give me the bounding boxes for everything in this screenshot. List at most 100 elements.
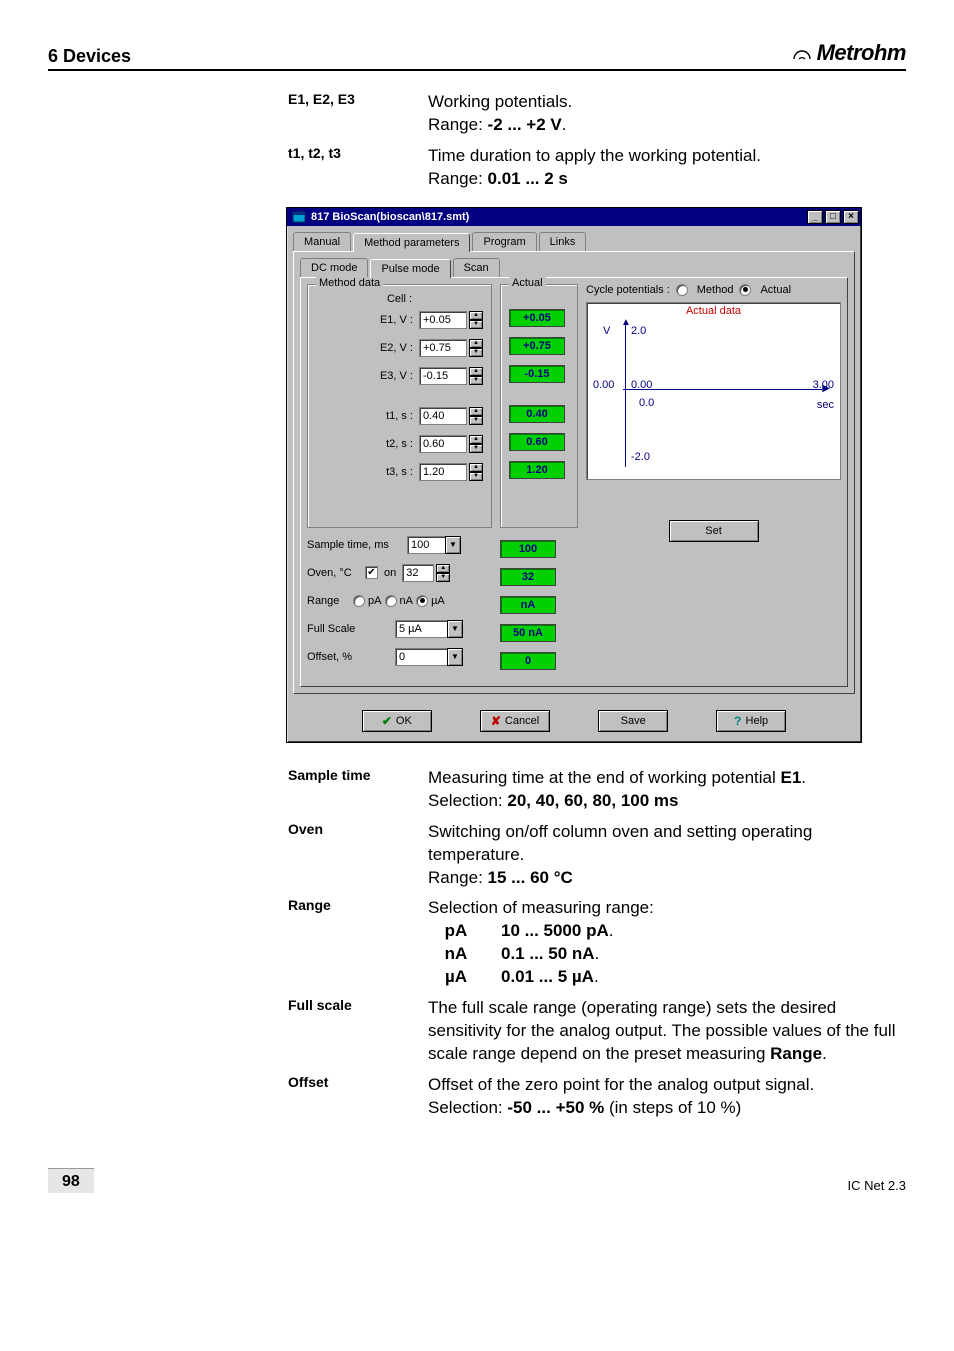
param-input[interactable] — [419, 339, 467, 357]
plot-title: Actual data — [587, 303, 840, 317]
offset-input[interactable] — [395, 648, 447, 666]
help-icon: ? — [734, 714, 741, 728]
range-radio-na[interactable] — [385, 595, 397, 607]
dropdown-icon[interactable]: ▼ — [447, 620, 463, 638]
tab-method-parameters[interactable]: Method parameters — [353, 233, 470, 252]
def-term: E1, E2, E3 — [288, 91, 428, 137]
def-term: t1, t2, t3 — [288, 145, 428, 191]
oven-spinner[interactable]: ▲▼ — [436, 564, 450, 582]
actual-range: nA — [500, 596, 556, 614]
param-label: t3, s : — [317, 466, 419, 478]
titlebar[interactable]: 817 BioScan(bioscan\817.smt) _ □ × — [287, 208, 861, 226]
def-term: Sample time — [288, 767, 428, 813]
cycle-plot: Actual data ▲ ▶ V 2.0 -2.0 0.00 0.00 3.0… — [586, 302, 841, 480]
actual-sample-time: 100 — [500, 540, 556, 558]
param-spinner[interactable]: ▲▼ — [469, 463, 483, 481]
version-label: IC Net 2.3 — [847, 1178, 906, 1193]
def-desc: Switching on/off column oven and setting… — [428, 821, 906, 890]
full-scale-input[interactable] — [395, 620, 447, 638]
oven-on-label: on — [384, 567, 396, 579]
bottom-definitions: Sample time Measuring time at the end of… — [288, 767, 906, 1120]
range-radio-ua[interactable] — [416, 595, 428, 607]
actual-value: 0.40 — [509, 405, 565, 423]
param-spinner[interactable]: ▲▼ — [469, 407, 483, 425]
tab-manual[interactable]: Manual — [293, 232, 351, 251]
actual-value: +0.05 — [509, 309, 565, 327]
section-heading: 6 Devices — [48, 46, 131, 67]
x-icon: ✘ — [491, 714, 501, 728]
def-desc: Selection of measuring range:pA 10 ... 5… — [428, 897, 906, 989]
def-desc: Working potentials.Range: -2 ... +2 V. — [428, 91, 906, 137]
close-button[interactable]: × — [843, 210, 859, 224]
ok-button[interactable]: ✔OK — [362, 710, 432, 732]
param-label: E2, V : — [317, 342, 419, 354]
param-input[interactable] — [419, 367, 467, 385]
def-desc: Measuring time at the end of working pot… — [428, 767, 906, 813]
method-legend: Method data — [316, 277, 383, 289]
check-icon: ✔ — [382, 714, 392, 728]
actual-offset: 0 — [500, 652, 556, 670]
param-label: t1, s : — [317, 410, 419, 422]
sample-time-input[interactable] — [407, 536, 445, 554]
actual-value: -0.15 — [509, 365, 565, 383]
def-desc: Time duration to apply the working poten… — [428, 145, 906, 191]
param-input[interactable] — [419, 311, 467, 329]
top-definitions: E1, E2, E3 Working potentials.Range: -2 … — [288, 91, 906, 191]
dropdown-icon[interactable]: ▼ — [447, 648, 463, 666]
param-input[interactable] — [419, 407, 467, 425]
brand-logo: Metrohm — [791, 40, 906, 66]
dialog-buttons: ✔OK ✘Cancel Save ?Help — [287, 700, 861, 742]
def-term: Offset — [288, 1074, 428, 1120]
actual-full-scale: 50 nA — [500, 624, 556, 642]
cell-label: Cell : — [316, 293, 483, 305]
app-icon — [291, 210, 307, 224]
cycle-radio-method[interactable] — [676, 284, 688, 296]
window-title: 817 BioScan(bioscan\817.smt) — [311, 211, 805, 223]
save-button[interactable]: Save — [598, 710, 668, 732]
tab-links[interactable]: Links — [539, 232, 587, 251]
actual-value: +0.75 — [509, 337, 565, 355]
tab-dc-mode[interactable]: DC mode — [300, 258, 368, 277]
oven-temp-input[interactable] — [402, 564, 434, 582]
def-term: Oven — [288, 821, 428, 890]
param-spinner[interactable]: ▲▼ — [469, 367, 483, 385]
def-term: Full scale — [288, 997, 428, 1066]
def-desc: The full scale range (operating range) s… — [428, 997, 906, 1066]
offset-label: Offset, % — [307, 651, 377, 663]
actual-oven: 32 — [500, 568, 556, 586]
param-label: E1, V : — [317, 314, 419, 326]
tab-scan[interactable]: Scan — [453, 258, 500, 277]
cancel-button[interactable]: ✘Cancel — [480, 710, 550, 732]
oven-checkbox[interactable]: ✔ — [365, 566, 378, 579]
param-input[interactable] — [419, 435, 467, 453]
oven-label: Oven, °C — [307, 567, 365, 579]
range-label: Range — [307, 595, 353, 607]
def-term: Range — [288, 897, 428, 989]
top-tabs: Manual Method parameters Program Links — [287, 226, 861, 251]
dialog-window: 817 BioScan(bioscan\817.smt) _ □ × Manua… — [286, 207, 862, 743]
param-label: t2, s : — [317, 438, 419, 450]
dropdown-icon[interactable]: ▼ — [445, 536, 461, 554]
set-button[interactable]: Set — [669, 520, 759, 542]
page-number: 98 — [48, 1168, 94, 1193]
tab-pulse-mode[interactable]: Pulse mode — [370, 259, 450, 278]
param-spinner[interactable]: ▲▼ — [469, 435, 483, 453]
def-desc: Offset of the zero point for the analog … — [428, 1074, 906, 1120]
help-button[interactable]: ?Help — [716, 710, 786, 732]
tab-program[interactable]: Program — [472, 232, 536, 251]
actual-legend: Actual — [509, 277, 546, 289]
full-scale-label: Full Scale — [307, 623, 377, 635]
sub-tabs: DC mode Pulse mode Scan — [300, 258, 848, 277]
cycle-radio-actual[interactable] — [739, 284, 751, 296]
actual-value: 0.60 — [509, 433, 565, 451]
param-label: E3, V : — [317, 370, 419, 382]
cycle-label: Cycle potentials : — [586, 284, 670, 296]
param-spinner[interactable]: ▲▼ — [469, 339, 483, 357]
param-spinner[interactable]: ▲▼ — [469, 311, 483, 329]
range-radio-pa[interactable] — [353, 595, 365, 607]
maximize-button[interactable]: □ — [825, 210, 841, 224]
param-input[interactable] — [419, 463, 467, 481]
minimize-button[interactable]: _ — [807, 210, 823, 224]
sample-time-label: Sample time, ms — [307, 539, 407, 551]
actual-value: 1.20 — [509, 461, 565, 479]
